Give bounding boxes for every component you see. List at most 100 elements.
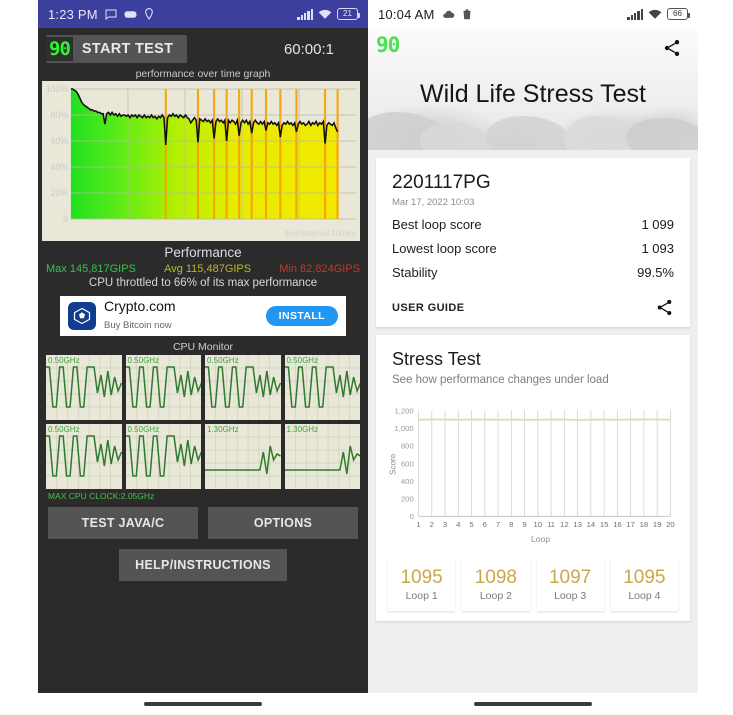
cpu-core-frequency-label: 1.30GHz	[286, 425, 319, 434]
svg-text:1,000: 1,000	[394, 424, 413, 433]
cpu-core-graph: 0.50GHz	[46, 355, 122, 420]
cpu-core-frequency-label: 0.50GHz	[48, 356, 80, 365]
cpu-core-graph: 1.30GHz	[205, 424, 281, 489]
left-toolbar: 90 START TEST 60:00:1	[38, 28, 368, 68]
svg-text:14: 14	[587, 520, 596, 529]
svg-text:11: 11	[547, 520, 555, 529]
svg-text:12: 12	[560, 520, 569, 529]
left-status-bar: 1:23 PM 21	[38, 0, 368, 28]
score-label: Best loop score	[392, 217, 482, 232]
trash-icon	[463, 9, 471, 20]
svg-text:1,200: 1,200	[394, 406, 413, 415]
result-summary-card: 2201117PG Mar 17, 2022 10:03 Best loop s…	[376, 158, 690, 327]
start-test-label: START TEST	[81, 41, 174, 57]
app-logo-90: 90	[46, 37, 73, 61]
status-time: 10:04 AM	[378, 6, 435, 22]
loop-score: 1098	[474, 567, 518, 588]
status-notification-icons	[442, 8, 472, 20]
performance-stats: Max 145,817GIPS Avg 115,487GIPS Min 82,8…	[38, 260, 368, 275]
max-cpu-clock-label: MAX CPU CLOCK:2.05GHz	[48, 491, 155, 501]
signal-bars-icon	[297, 8, 313, 20]
svg-text:16: 16	[613, 520, 622, 529]
share-icon[interactable]	[655, 298, 674, 317]
svg-text:0: 0	[409, 512, 413, 521]
cpu-core-graph: 0.50GHz	[284, 355, 360, 420]
ad-banner[interactable]: Crypto.com Buy Bitcoin now INSTALL	[60, 296, 346, 336]
test-java-c-button[interactable]: TEST JAVA/C	[48, 507, 198, 539]
start-test-button[interactable]: 90 START TEST	[46, 35, 188, 63]
loop-score: 1095	[623, 567, 666, 588]
svg-text:19: 19	[653, 520, 662, 529]
performance-over-time-chart: 0 20% 40% 60% 80% 100% time(interval 10min)	[42, 81, 360, 241]
location-icon	[145, 8, 153, 20]
crypto-logo-icon	[68, 302, 96, 330]
battery-indicator: 66	[667, 8, 690, 20]
wifi-icon	[648, 9, 662, 19]
svg-text:40%: 40%	[51, 162, 68, 172]
home-gesture-pill[interactable]	[144, 702, 262, 706]
svg-text:8: 8	[509, 520, 513, 529]
help-instructions-button[interactable]: HELP/INSTRUCTIONS	[119, 549, 287, 581]
svg-text:100%: 100%	[46, 84, 68, 94]
status-system-icons: 66	[627, 8, 690, 20]
left-button-row-2: HELP/INSTRUCTIONS	[38, 539, 368, 581]
user-guide-row: USER GUIDE	[392, 294, 674, 317]
svg-text:800: 800	[401, 442, 414, 451]
status-notification-icons	[105, 8, 154, 20]
loop-label: Loop 1	[405, 590, 438, 602]
ad-title: Crypto.com	[104, 298, 176, 315]
perf-graph-caption: performance over time graph	[135, 68, 271, 80]
cpu-core-frequency-label: 0.50GHz	[127, 356, 160, 365]
ad-text: Crypto.com Buy Bitcoin now	[104, 299, 258, 333]
home-gesture-pill[interactable]	[474, 702, 592, 706]
svg-text:600: 600	[401, 459, 414, 468]
x-axis-title: Loop	[531, 534, 550, 544]
svg-text:20: 20	[666, 520, 675, 529]
loop-label: Loop 2	[479, 590, 512, 602]
device-name: 2201117PG	[392, 172, 491, 193]
left-button-row-1: TEST JAVA/C OPTIONS	[38, 501, 368, 539]
cpu-core-frequency-label: 0.50GHz	[127, 425, 160, 434]
ad-install-button[interactable]: INSTALL	[265, 306, 338, 326]
stat-avg: Avg 115,487GIPS	[164, 263, 252, 275]
svg-text:13: 13	[573, 520, 582, 529]
cpu-core-frequency-label: 0.50GHz	[48, 425, 80, 434]
cpu-core-frequency-label: 1.30GHz	[207, 425, 239, 434]
svg-text:3: 3	[443, 520, 447, 529]
cpu-core-frequency-label: 0.50GHz	[286, 356, 319, 365]
score-rows: Best loop score 1 099 Lowest loop score 1 0…	[392, 208, 674, 280]
svg-text:5: 5	[469, 520, 473, 529]
cloud-icon	[442, 10, 454, 18]
stress-test-chart: 0 200 400 600 800 1,000 1,200 1 2 3 4 5 6 7 8 9 10 11 12 1…	[376, 386, 690, 548]
cpu-core-graph: 1.30GHz	[284, 424, 360, 489]
stat-max: Max 145,817GIPS	[46, 263, 136, 275]
wifi-icon	[318, 9, 332, 19]
svg-text:15: 15	[600, 520, 609, 529]
test-timer: 60:00:1	[283, 40, 334, 58]
svg-text:60%: 60%	[51, 136, 68, 146]
stress-test-title: Stress Test	[392, 349, 481, 369]
svg-text:400: 400	[401, 477, 414, 486]
svg-text:6: 6	[483, 520, 487, 529]
right-phone-screen: 10:04 AM 66 90 Wild Life Stress Test 220…	[368, 0, 698, 715]
cpu-core-frequency-label: 0.50GHz	[207, 356, 239, 365]
loop-score: 1097	[548, 567, 592, 588]
loop-card[interactable]: 1097 Loop 3	[536, 558, 604, 611]
stress-chart-svg: 02004006008001,0001,200 1 2 3 4 5 6 7 8 9 10 11 12 1…	[388, 406, 675, 544]
loop-label: Loop 3	[554, 590, 587, 602]
loop-card[interactable]: 1098 Loop 2	[462, 558, 530, 611]
svg-text:2: 2	[430, 520, 434, 529]
right-navigation-bar	[368, 693, 698, 715]
user-guide-link[interactable]: USER GUIDE	[392, 302, 464, 314]
y-axis-title: Score	[388, 453, 397, 475]
svg-text:200: 200	[401, 495, 414, 504]
loop-card[interactable]: 1095 Loop 1	[388, 558, 456, 611]
rock-shape	[420, 122, 492, 150]
share-icon[interactable]	[662, 38, 682, 58]
cpu-core-graph: 0.50GHz	[205, 355, 281, 420]
score-value: 1 099	[641, 217, 674, 232]
message-icon	[105, 9, 117, 20]
options-button[interactable]: OPTIONS	[208, 507, 358, 539]
loop-card[interactable]: 1095 Loop 4	[610, 558, 678, 611]
svg-text:9: 9	[522, 520, 526, 529]
